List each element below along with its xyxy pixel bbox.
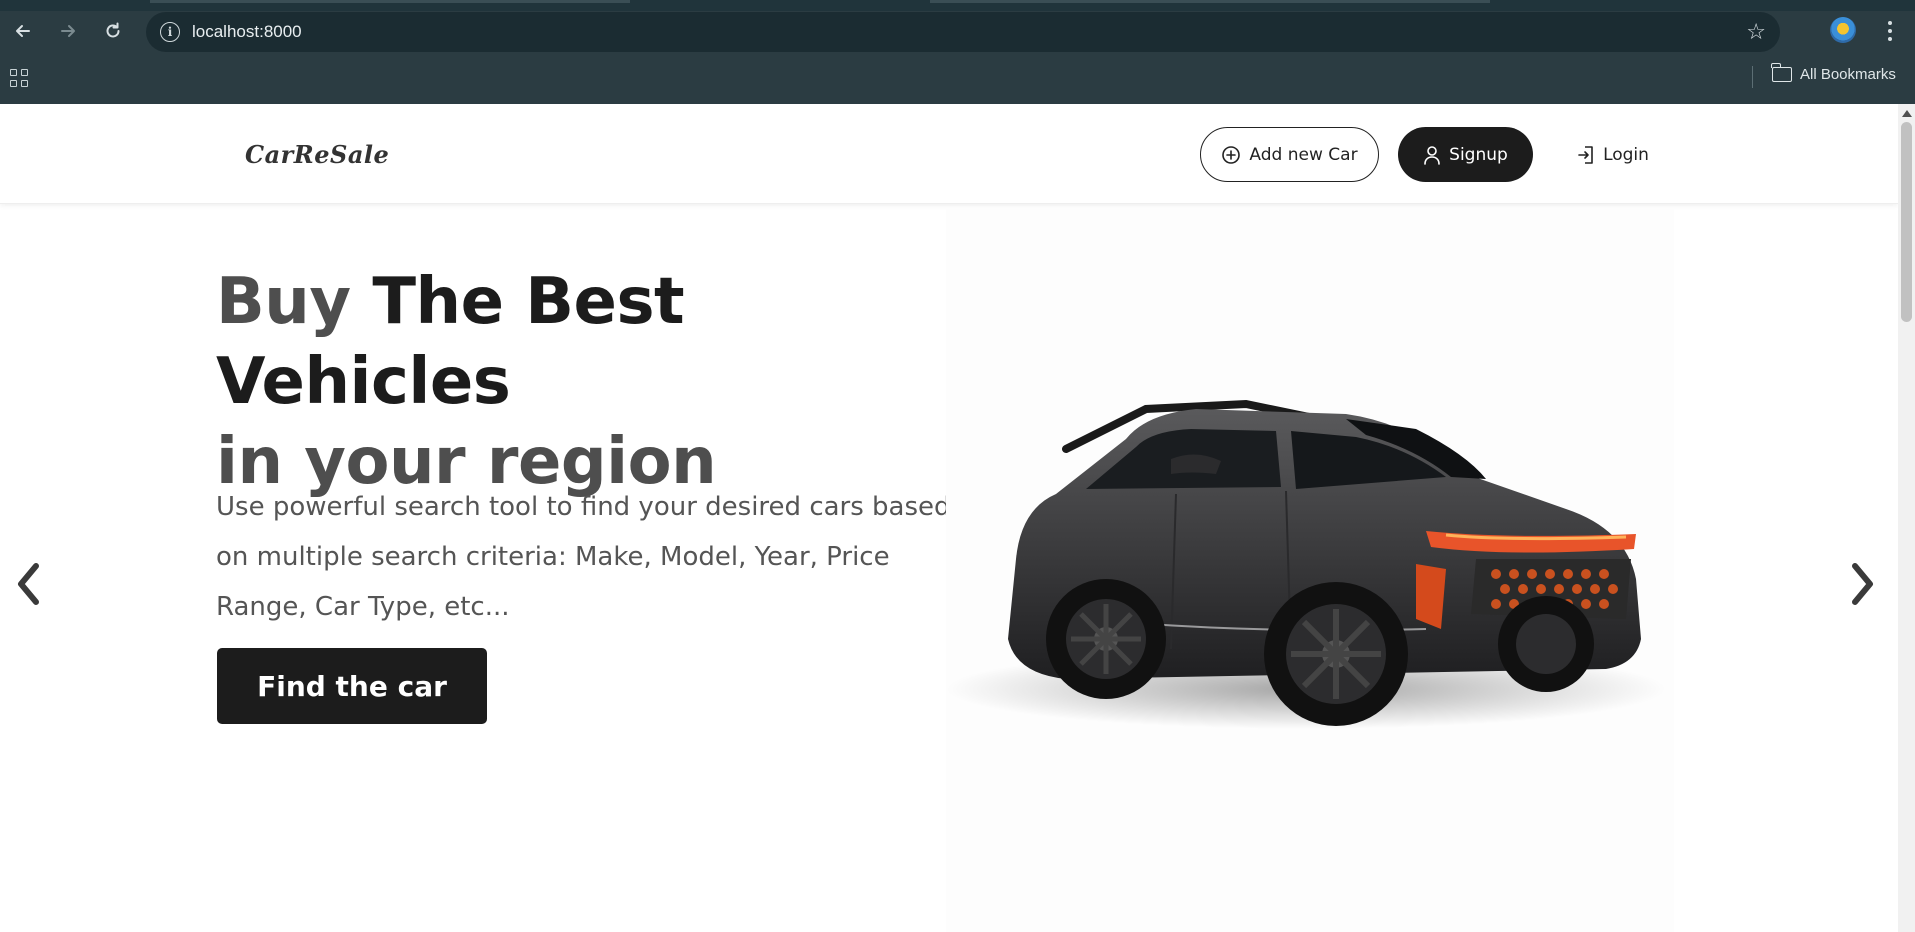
reload-button[interactable]	[98, 16, 128, 46]
apps-grid-icon[interactable]	[10, 69, 30, 87]
hero-title-part1: Buy	[216, 265, 351, 339]
reload-icon	[106, 22, 120, 38]
bookmark-star-icon[interactable]: ☆	[1746, 20, 1766, 45]
carousel-next-button[interactable]	[1843, 554, 1883, 614]
user-icon	[1424, 145, 1440, 165]
scroll-up-arrow-icon[interactable]	[1902, 110, 1912, 117]
site-logo[interactable]: CarReSale	[245, 140, 389, 169]
login-button[interactable]: Login	[1568, 127, 1658, 182]
carousel-prev-button[interactable]	[8, 554, 48, 614]
page-viewport: CarReSale Add new Car Signup Login Buy T…	[0, 104, 1898, 932]
browser-menu-icon[interactable]	[1880, 18, 1900, 44]
plus-circle-icon	[1222, 145, 1241, 164]
signup-label: Signup	[1449, 144, 1508, 165]
find-the-car-button[interactable]: Find the car	[217, 648, 487, 724]
page-scrollbar[interactable]	[1898, 104, 1915, 932]
hero-car-image	[946, 209, 1674, 932]
site-info-icon[interactable]: i	[160, 22, 180, 42]
signup-button[interactable]: Signup	[1398, 127, 1533, 182]
bookmarks-divider	[1752, 66, 1753, 88]
suv-illustration	[946, 399, 1666, 729]
profile-avatar[interactable]	[1830, 17, 1856, 43]
arrow-right-icon	[61, 25, 75, 37]
add-new-car-button[interactable]: Add new Car	[1200, 127, 1379, 182]
all-bookmarks-label: All Bookmarks	[1800, 66, 1896, 83]
chevron-left-icon	[18, 563, 39, 605]
tab-edge[interactable]	[930, 0, 1490, 3]
forward-button[interactable]	[53, 16, 83, 46]
back-button[interactable]	[8, 16, 38, 46]
hero-title: Buy The Best Vehicles in your region	[216, 262, 976, 502]
all-bookmarks-button[interactable]: All Bookmarks	[1771, 63, 1896, 83]
chevron-right-icon	[1852, 563, 1873, 605]
folder-icon	[1771, 63, 1792, 82]
add-new-car-label: Add new Car	[1249, 144, 1358, 165]
browser-chrome: i localhost:8000 ☆ All Bookmarks	[0, 0, 1915, 104]
tab-strip	[0, 0, 1915, 11]
login-label: Login	[1603, 144, 1649, 165]
hero-description: Use powerful search tool to find your de…	[216, 492, 951, 622]
scrollbar-thumb[interactable]	[1901, 122, 1912, 322]
url-text[interactable]: localhost:8000	[192, 22, 302, 42]
login-icon	[1578, 145, 1593, 164]
address-bar[interactable]: i localhost:8000 ☆	[146, 12, 1780, 52]
site-header: CarReSale Add new Car Signup Login	[0, 104, 1898, 204]
arrow-left-icon	[16, 25, 30, 37]
tab-edge[interactable]	[150, 0, 630, 3]
